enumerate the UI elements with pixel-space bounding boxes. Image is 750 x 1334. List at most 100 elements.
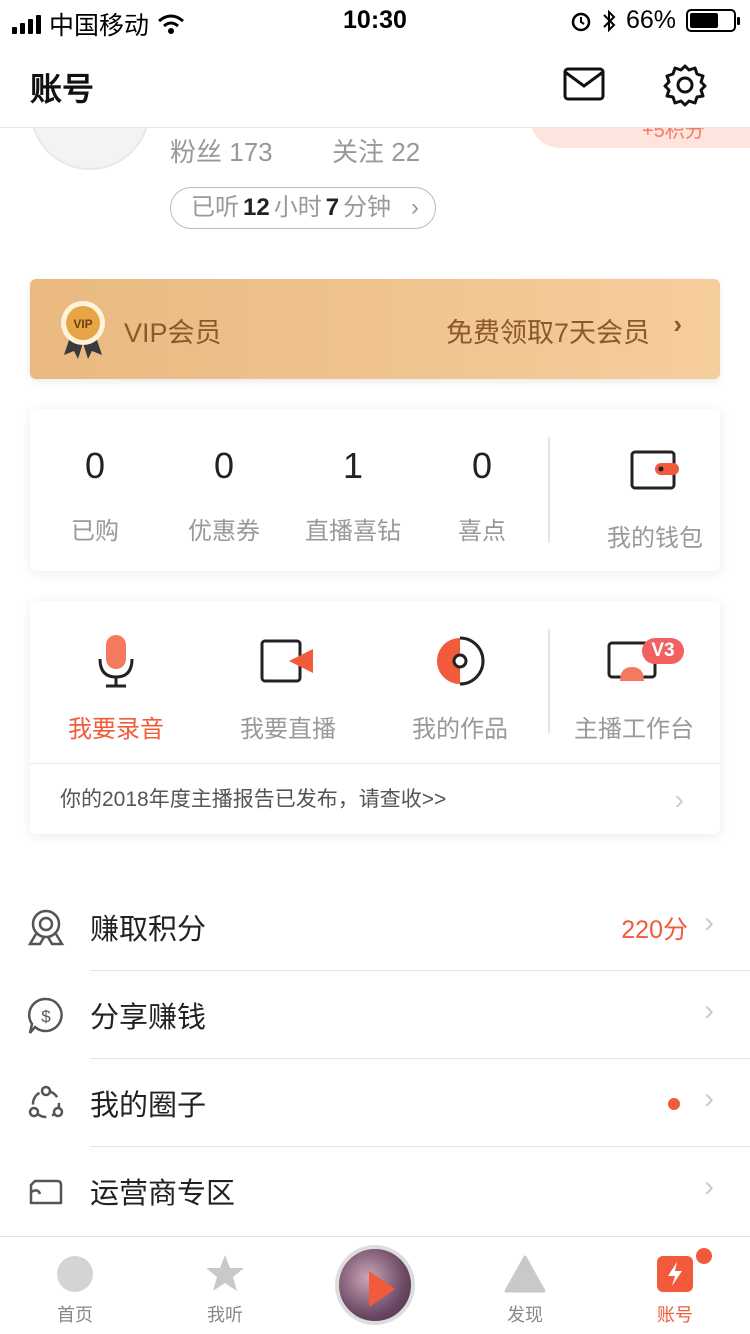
svg-text:$: $ [41,1007,51,1026]
disc-icon [437,636,485,686]
play-icon [369,1271,395,1307]
tab-label: 账号 [657,1305,693,1325]
divider [90,1146,750,1147]
listened-prefix: 已听 [191,194,239,221]
battery-fill [690,13,718,28]
asset-label: 直播喜钻 [305,518,401,545]
listened-hours: 12 [243,194,270,221]
top-bar: 账号 [0,40,750,128]
menu-carrier-zone[interactable]: 运营商专区 › [0,1148,750,1236]
alarm-icon [571,12,591,31]
asset-value: 1 [342,445,364,486]
now-playing-button[interactable] [335,1245,415,1325]
vip-medal-text: VIP [73,317,92,331]
tool-label: 主播工作台 [574,716,694,743]
annual-report-link[interactable]: 你的2018年度主播报告已发布，请查收>> › [30,763,720,834]
divider [548,629,550,733]
works-button[interactable]: 我的作品 [380,631,540,744]
account-page: 中国移动 10:30 66% +5积分 粉丝 173 关注 22 已听 12 小时 7… [0,0,750,1334]
points-value: 220分 [621,916,688,944]
tab-label: 我听 [207,1305,243,1325]
asset-label: 优惠券 [188,518,260,545]
asset-value: 0 [213,445,235,486]
status-right: 66% [570,6,740,35]
fans-count: 173 [229,137,273,167]
tab-listen[interactable]: 我听 [175,1237,275,1327]
asset-label: 喜点 [458,518,506,545]
mail-icon[interactable] [562,64,606,104]
wallet-icon [630,450,679,490]
triangle-icon [504,1255,546,1293]
status-bar: 中国移动 10:30 66% [0,0,750,40]
wallet-button[interactable]: 我的钱包 [590,449,720,553]
tab-home[interactable]: 首页 [25,1237,125,1327]
account-icon [657,1256,693,1292]
record-button[interactable]: 我要录音 [36,631,196,744]
tab-label: 发现 [507,1305,543,1325]
home-icon [57,1256,93,1292]
asset-value: 0 [471,445,493,486]
asset-coupons[interactable]: 0 优惠券 [159,445,289,546]
listened-minutes: 7 [325,194,340,221]
video-camera-icon [260,639,313,683]
tab-label: 首页 [57,1305,93,1325]
divider [90,970,750,971]
asset-points[interactable]: 0 喜点 [417,445,547,546]
chevron-right-icon: › [674,784,684,815]
follow-label: 关注 [332,137,385,167]
bluetooth-icon [603,9,616,32]
menu-share-earn[interactable]: $ 分享赚钱 › [0,972,750,1060]
chevron-right-icon: › [704,1082,714,1115]
circle-group-icon [28,1085,64,1119]
menu-label: 运营商专区 [90,1178,236,1210]
vip-medal-icon: VIP [61,301,105,359]
chevron-right-icon: › [704,906,714,939]
menu-label: 赚取积分 [90,914,207,946]
minutes-unit: 分钟 [343,194,392,221]
fans-stat[interactable]: 粉丝 173 [170,132,273,169]
tab-bar: 首页 我听 发现 账号 [0,1236,750,1334]
vip-label: VIP会员 [124,318,222,348]
gear-icon[interactable] [662,62,708,108]
money-bubble-icon: $ [27,997,63,1034]
asset-label: 已购 [71,518,119,545]
medal-icon [27,909,65,946]
menu-earn-points[interactable]: 赚取积分 220分 › [0,884,750,972]
vip-offer: 免费领取7天会员 [445,318,650,348]
vip-banner[interactable]: VIP VIP会员 免费领取7天会员 › [30,279,720,379]
menu-my-circle[interactable]: 我的圈子 › [0,1060,750,1148]
notification-dot [696,1248,712,1264]
creator-tools-card: 我要录音 我要直播 我的作品 主播工作台 V3 你的2018年度主播报告已发布，… [30,601,720,834]
anchor-workbench-button[interactable]: 主播工作台 [554,631,714,744]
chevron-right-icon: › [704,1170,714,1203]
page-title: 账号 [30,71,95,107]
sim-card-icon [29,1179,63,1205]
listen-time-button[interactable]: 已听 12 小时 7 分钟 › [170,187,436,229]
tool-label: 我要直播 [240,716,336,743]
assets-card: 0 已购 0 优惠券 1 直播喜钻 0 喜点 我的钱包 [30,409,720,571]
microphone-icon [98,635,134,688]
live-button[interactable]: 我要直播 [208,631,368,744]
follow-count: 22 [391,137,421,167]
wallet-label: 我的钱包 [607,525,703,552]
menu-label: 分享赚钱 [90,1002,207,1034]
chevron-right-icon: › [411,194,419,221]
chevron-right-icon: › [704,994,714,1027]
menu-label: 我的圈子 [90,1090,207,1122]
level-badge: V3 [642,638,684,664]
asset-value: 0 [84,445,106,486]
tab-discover[interactable]: 发现 [475,1237,575,1327]
battery-percent: 66% [625,6,676,34]
asset-diamonds[interactable]: 1 直播喜钻 [288,445,418,546]
report-text: 你的2018年度主播报告已发布，请查收>> [60,788,447,811]
chevron-right-icon: › [673,309,682,339]
fans-label: 粉丝 [170,137,223,167]
star-icon [206,1255,244,1291]
battery-icon [686,9,740,32]
divider [90,1058,750,1059]
follow-stat[interactable]: 关注 22 [332,132,420,169]
tool-label: 我的作品 [412,716,508,743]
hours-unit: 小时 [273,194,322,221]
unread-dot [668,1098,680,1110]
asset-purchased[interactable]: 0 已购 [30,445,160,546]
